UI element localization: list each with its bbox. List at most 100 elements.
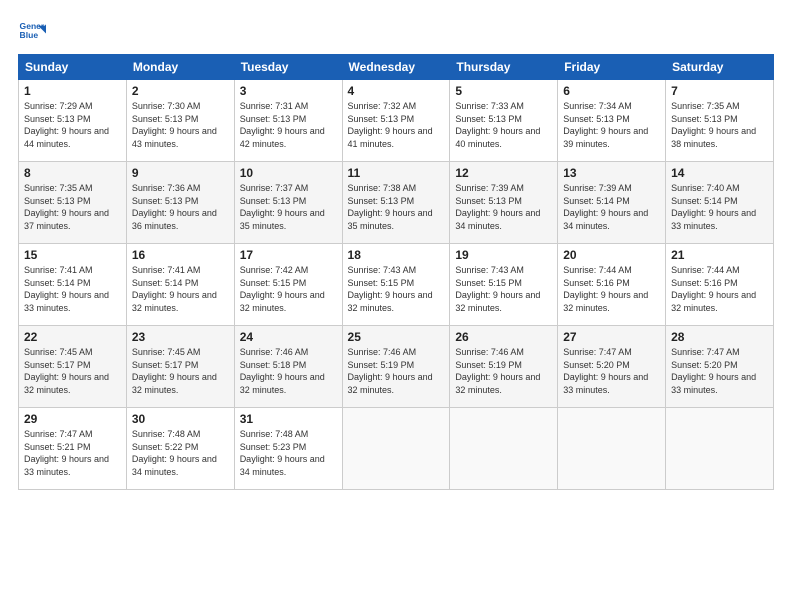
day-number: 22: [24, 330, 121, 344]
day-number: 1: [24, 84, 121, 98]
day-cell: 17 Sunrise: 7:42 AM Sunset: 5:15 PM Dayl…: [234, 244, 342, 326]
day-number: 23: [132, 330, 229, 344]
col-header-wednesday: Wednesday: [342, 55, 450, 80]
day-number: 27: [563, 330, 660, 344]
day-info: Sunrise: 7:39 AM Sunset: 5:13 PM Dayligh…: [455, 182, 552, 232]
day-cell: [450, 408, 558, 490]
day-cell: 16 Sunrise: 7:41 AM Sunset: 5:14 PM Dayl…: [126, 244, 234, 326]
day-cell: 21 Sunrise: 7:44 AM Sunset: 5:16 PM Dayl…: [666, 244, 774, 326]
day-info: Sunrise: 7:46 AM Sunset: 5:19 PM Dayligh…: [348, 346, 445, 396]
day-info: Sunrise: 7:32 AM Sunset: 5:13 PM Dayligh…: [348, 100, 445, 150]
day-number: 26: [455, 330, 552, 344]
day-info: Sunrise: 7:35 AM Sunset: 5:13 PM Dayligh…: [24, 182, 121, 232]
day-info: Sunrise: 7:39 AM Sunset: 5:14 PM Dayligh…: [563, 182, 660, 232]
day-cell: 8 Sunrise: 7:35 AM Sunset: 5:13 PM Dayli…: [19, 162, 127, 244]
day-info: Sunrise: 7:35 AM Sunset: 5:13 PM Dayligh…: [671, 100, 768, 150]
page: General Blue SundayMondayTuesdayWednesda…: [0, 0, 792, 612]
day-info: Sunrise: 7:40 AM Sunset: 5:14 PM Dayligh…: [671, 182, 768, 232]
day-cell: 22 Sunrise: 7:45 AM Sunset: 5:17 PM Dayl…: [19, 326, 127, 408]
day-cell: 30 Sunrise: 7:48 AM Sunset: 5:22 PM Dayl…: [126, 408, 234, 490]
day-cell: 24 Sunrise: 7:46 AM Sunset: 5:18 PM Dayl…: [234, 326, 342, 408]
day-cell: [666, 408, 774, 490]
day-number: 4: [348, 84, 445, 98]
week-row-3: 15 Sunrise: 7:41 AM Sunset: 5:14 PM Dayl…: [19, 244, 774, 326]
day-cell: [558, 408, 666, 490]
day-info: Sunrise: 7:46 AM Sunset: 5:19 PM Dayligh…: [455, 346, 552, 396]
day-number: 21: [671, 248, 768, 262]
day-cell: 13 Sunrise: 7:39 AM Sunset: 5:14 PM Dayl…: [558, 162, 666, 244]
day-number: 9: [132, 166, 229, 180]
day-cell: 28 Sunrise: 7:47 AM Sunset: 5:20 PM Dayl…: [666, 326, 774, 408]
day-cell: 29 Sunrise: 7:47 AM Sunset: 5:21 PM Dayl…: [19, 408, 127, 490]
day-number: 17: [240, 248, 337, 262]
day-cell: 12 Sunrise: 7:39 AM Sunset: 5:13 PM Dayl…: [450, 162, 558, 244]
day-info: Sunrise: 7:48 AM Sunset: 5:22 PM Dayligh…: [132, 428, 229, 478]
day-info: Sunrise: 7:38 AM Sunset: 5:13 PM Dayligh…: [348, 182, 445, 232]
day-info: Sunrise: 7:29 AM Sunset: 5:13 PM Dayligh…: [24, 100, 121, 150]
day-cell: 3 Sunrise: 7:31 AM Sunset: 5:13 PM Dayli…: [234, 80, 342, 162]
week-row-1: 1 Sunrise: 7:29 AM Sunset: 5:13 PM Dayli…: [19, 80, 774, 162]
col-header-sunday: Sunday: [19, 55, 127, 80]
day-number: 14: [671, 166, 768, 180]
day-cell: 23 Sunrise: 7:45 AM Sunset: 5:17 PM Dayl…: [126, 326, 234, 408]
day-cell: 27 Sunrise: 7:47 AM Sunset: 5:20 PM Dayl…: [558, 326, 666, 408]
day-number: 25: [348, 330, 445, 344]
header-row: SundayMondayTuesdayWednesdayThursdayFrid…: [19, 55, 774, 80]
day-number: 13: [563, 166, 660, 180]
svg-text:Blue: Blue: [20, 30, 39, 40]
day-number: 2: [132, 84, 229, 98]
day-number: 18: [348, 248, 445, 262]
day-cell: 6 Sunrise: 7:34 AM Sunset: 5:13 PM Dayli…: [558, 80, 666, 162]
day-number: 24: [240, 330, 337, 344]
day-info: Sunrise: 7:43 AM Sunset: 5:15 PM Dayligh…: [348, 264, 445, 314]
col-header-saturday: Saturday: [666, 55, 774, 80]
day-number: 31: [240, 412, 337, 426]
col-header-monday: Monday: [126, 55, 234, 80]
day-cell: 10 Sunrise: 7:37 AM Sunset: 5:13 PM Dayl…: [234, 162, 342, 244]
week-row-5: 29 Sunrise: 7:47 AM Sunset: 5:21 PM Dayl…: [19, 408, 774, 490]
col-header-friday: Friday: [558, 55, 666, 80]
day-info: Sunrise: 7:45 AM Sunset: 5:17 PM Dayligh…: [132, 346, 229, 396]
day-number: 29: [24, 412, 121, 426]
day-info: Sunrise: 7:30 AM Sunset: 5:13 PM Dayligh…: [132, 100, 229, 150]
day-info: Sunrise: 7:44 AM Sunset: 5:16 PM Dayligh…: [563, 264, 660, 314]
col-header-tuesday: Tuesday: [234, 55, 342, 80]
day-info: Sunrise: 7:48 AM Sunset: 5:23 PM Dayligh…: [240, 428, 337, 478]
day-number: 30: [132, 412, 229, 426]
day-info: Sunrise: 7:47 AM Sunset: 5:21 PM Dayligh…: [24, 428, 121, 478]
day-info: Sunrise: 7:47 AM Sunset: 5:20 PM Dayligh…: [671, 346, 768, 396]
day-info: Sunrise: 7:37 AM Sunset: 5:13 PM Dayligh…: [240, 182, 337, 232]
day-cell: [342, 408, 450, 490]
day-info: Sunrise: 7:33 AM Sunset: 5:13 PM Dayligh…: [455, 100, 552, 150]
day-number: 15: [24, 248, 121, 262]
day-info: Sunrise: 7:31 AM Sunset: 5:13 PM Dayligh…: [240, 100, 337, 150]
day-info: Sunrise: 7:36 AM Sunset: 5:13 PM Dayligh…: [132, 182, 229, 232]
day-info: Sunrise: 7:47 AM Sunset: 5:20 PM Dayligh…: [563, 346, 660, 396]
header: General Blue: [18, 18, 774, 46]
day-info: Sunrise: 7:42 AM Sunset: 5:15 PM Dayligh…: [240, 264, 337, 314]
day-number: 8: [24, 166, 121, 180]
col-header-thursday: Thursday: [450, 55, 558, 80]
day-cell: 25 Sunrise: 7:46 AM Sunset: 5:19 PM Dayl…: [342, 326, 450, 408]
day-info: Sunrise: 7:43 AM Sunset: 5:15 PM Dayligh…: [455, 264, 552, 314]
week-row-2: 8 Sunrise: 7:35 AM Sunset: 5:13 PM Dayli…: [19, 162, 774, 244]
day-cell: 31 Sunrise: 7:48 AM Sunset: 5:23 PM Dayl…: [234, 408, 342, 490]
day-info: Sunrise: 7:45 AM Sunset: 5:17 PM Dayligh…: [24, 346, 121, 396]
day-number: 28: [671, 330, 768, 344]
day-info: Sunrise: 7:34 AM Sunset: 5:13 PM Dayligh…: [563, 100, 660, 150]
day-cell: 26 Sunrise: 7:46 AM Sunset: 5:19 PM Dayl…: [450, 326, 558, 408]
week-row-4: 22 Sunrise: 7:45 AM Sunset: 5:17 PM Dayl…: [19, 326, 774, 408]
day-number: 5: [455, 84, 552, 98]
day-cell: 1 Sunrise: 7:29 AM Sunset: 5:13 PM Dayli…: [19, 80, 127, 162]
day-number: 7: [671, 84, 768, 98]
day-number: 20: [563, 248, 660, 262]
day-number: 19: [455, 248, 552, 262]
day-info: Sunrise: 7:44 AM Sunset: 5:16 PM Dayligh…: [671, 264, 768, 314]
day-cell: 9 Sunrise: 7:36 AM Sunset: 5:13 PM Dayli…: [126, 162, 234, 244]
day-cell: 14 Sunrise: 7:40 AM Sunset: 5:14 PM Dayl…: [666, 162, 774, 244]
day-number: 16: [132, 248, 229, 262]
day-cell: 4 Sunrise: 7:32 AM Sunset: 5:13 PM Dayli…: [342, 80, 450, 162]
day-number: 6: [563, 84, 660, 98]
day-number: 10: [240, 166, 337, 180]
day-cell: 2 Sunrise: 7:30 AM Sunset: 5:13 PM Dayli…: [126, 80, 234, 162]
